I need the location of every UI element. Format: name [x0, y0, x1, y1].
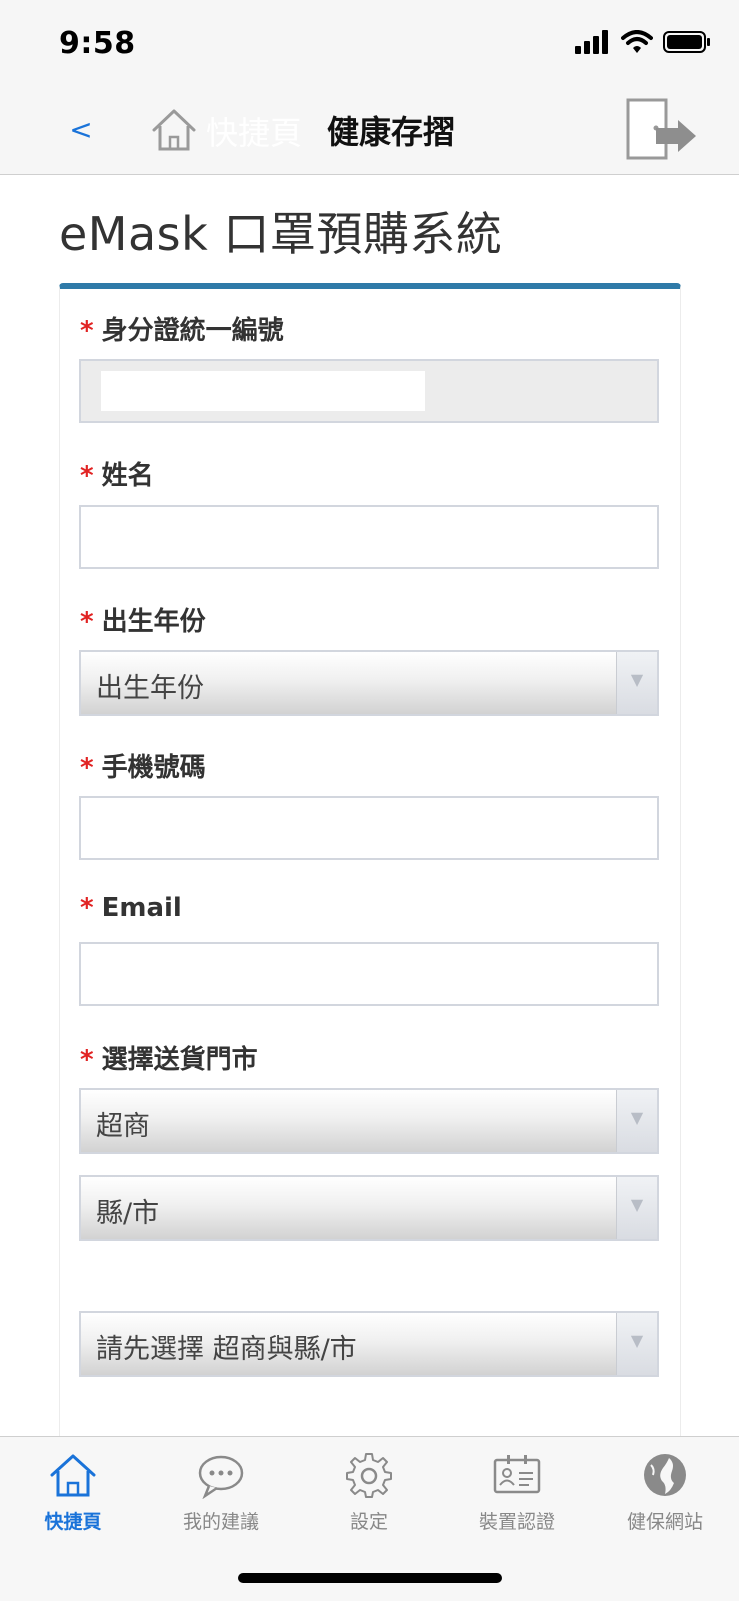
store-select-value: 請先選擇 超商與縣/市 [96, 1334, 357, 1365]
tab-label: 裝置認證 [478, 1511, 555, 1533]
name-label-text: 姓名 [101, 461, 154, 491]
nav-home-label[interactable]: 快捷頁 [206, 108, 302, 154]
county-select[interactable]: 縣/市 ▼ [79, 1175, 659, 1241]
exit-icon[interactable] [626, 98, 706, 162]
nav-bar: < 快捷頁 健康存摺 [0, 88, 739, 175]
name-field[interactable] [79, 505, 659, 569]
tab-label: 我的建議 [182, 1511, 259, 1533]
tab-label: 設定 [349, 1511, 388, 1533]
phone-field[interactable] [79, 796, 659, 860]
phone-label: * 手機號碼 [80, 747, 206, 784]
chat-icon [198, 1455, 244, 1499]
status-bar: 9:58 [0, 0, 739, 88]
email-label-text: Email [101, 893, 182, 923]
nav-title: 健康存摺 [327, 113, 456, 151]
store-label-text: 選擇送貨門市 [101, 1045, 258, 1075]
county-select-value: 縣/市 [96, 1198, 160, 1229]
id-card-icon [493, 1455, 541, 1494]
id-value-mask [101, 371, 425, 411]
battery-icon [663, 31, 710, 53]
chevron-down-icon: ▼ [616, 1177, 657, 1239]
status-icons [575, 30, 711, 54]
tab-device-auth[interactable]: 裝置認證 [457, 1451, 577, 1541]
store-type-select[interactable]: 超商 ▼ [79, 1088, 659, 1154]
globe-icon [644, 1454, 686, 1496]
required-mark: * [80, 1045, 94, 1075]
wifi-icon [621, 30, 653, 53]
tab-home[interactable]: 快捷頁 [13, 1451, 133, 1541]
store-type-select-value: 超商 [96, 1111, 150, 1142]
signal-icon [575, 30, 608, 54]
chevron-down-icon: ▼ [616, 652, 657, 714]
tab-nhi-website[interactable]: 健保網站 [605, 1451, 725, 1541]
home-icon [50, 1454, 96, 1497]
tab-label: 快捷頁 [44, 1511, 102, 1533]
id-label-text: 身分證統一編號 [101, 316, 284, 346]
home-indicator [238, 1573, 502, 1583]
required-mark: * [80, 316, 94, 346]
store-label: * 選擇送貨門市 [80, 1039, 258, 1076]
back-button[interactable]: < [66, 110, 96, 150]
required-mark: * [80, 607, 94, 637]
email-label: * Email [80, 893, 182, 923]
gear-icon [346, 1453, 392, 1498]
name-label: * 姓名 [80, 455, 154, 492]
required-mark: * [80, 753, 94, 783]
birth-year-select-value: 出生年份 [96, 673, 204, 704]
birth-year-select[interactable]: 出生年份 ▼ [79, 650, 659, 716]
phone-label-text: 手機號碼 [101, 753, 206, 783]
email-field[interactable] [79, 942, 659, 1006]
id-label: * 身分證統一編號 [80, 310, 284, 347]
tab-settings[interactable]: 設定 [309, 1451, 429, 1541]
required-mark: * [80, 461, 94, 491]
chevron-down-icon: ▼ [616, 1090, 657, 1152]
status-time: 9:58 [59, 26, 136, 61]
store-select[interactable]: 請先選擇 超商與縣/市 ▼ [79, 1311, 659, 1377]
home-icon[interactable] [151, 108, 197, 152]
birth-year-label-text: 出生年份 [101, 607, 206, 637]
required-mark: * [80, 893, 94, 923]
chevron-down-icon: ▼ [616, 1313, 657, 1375]
birth-year-label: * 出生年份 [80, 601, 206, 638]
tab-label: 健保網站 [626, 1511, 703, 1533]
page-title: eMask 口罩預購系統 [59, 207, 503, 261]
tab-suggestions[interactable]: 我的建議 [161, 1451, 281, 1541]
id-field[interactable] [79, 359, 659, 423]
